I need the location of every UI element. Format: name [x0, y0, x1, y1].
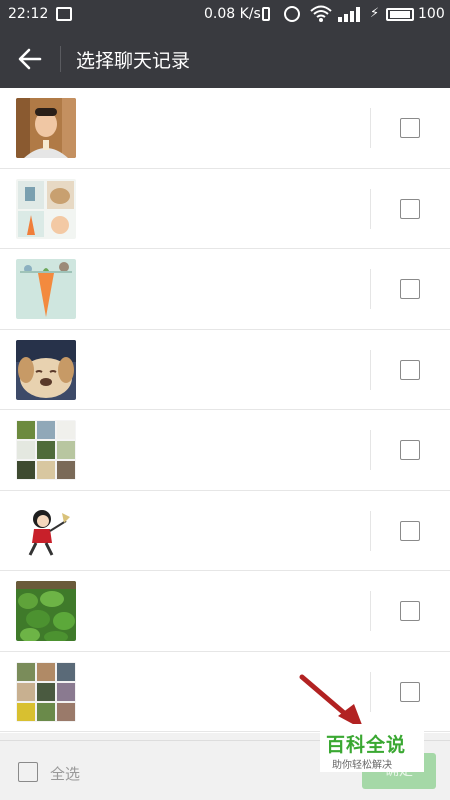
list-item[interactable]	[0, 88, 450, 169]
battery-icon	[386, 8, 414, 21]
select-checkbox[interactable]	[400, 198, 420, 219]
list-item[interactable]	[0, 330, 450, 410]
row-divider	[370, 671, 371, 712]
row-divider	[370, 349, 371, 390]
select-all-checkbox[interactable]	[18, 762, 38, 782]
wifi-icon	[310, 5, 332, 22]
title-divider	[60, 46, 61, 72]
group-photo-grid-thumbnail	[16, 661, 76, 722]
list-item[interactable]	[0, 652, 450, 732]
row-divider	[370, 108, 371, 148]
back-arrow-icon[interactable]	[14, 44, 46, 74]
row-divider	[370, 510, 371, 551]
puppy-photo-thumbnail	[16, 339, 76, 400]
battery-level: 100	[418, 6, 445, 22]
page-title: 选择聊天记录	[76, 50, 191, 72]
portrait-photo-thumbnail	[16, 98, 76, 158]
photo-grid-thumbnail	[16, 420, 76, 480]
network-speed: 0.08 K/s	[204, 6, 261, 22]
vibrate-icon	[262, 7, 270, 21]
row-divider	[370, 188, 371, 229]
select-checkbox[interactable]	[400, 359, 420, 380]
status-time: 22:12	[8, 6, 49, 22]
notification-icon	[56, 7, 72, 21]
select-checkbox[interactable]	[400, 440, 420, 460]
title-bar: 选择聊天记录	[0, 30, 450, 88]
status-bar: 22:12 0.08 K/s ⚡ 100	[0, 0, 450, 30]
select-checkbox[interactable]	[400, 520, 420, 541]
charging-icon: ⚡	[370, 6, 380, 21]
watermark-title: 百科全说	[326, 734, 407, 756]
alarm-icon	[284, 6, 300, 22]
select-checkbox[interactable]	[400, 601, 420, 621]
watermark-logo: 百科全说 助你轻松解决	[320, 724, 424, 772]
list-item[interactable]	[0, 169, 450, 249]
row-divider	[370, 269, 371, 309]
row-divider	[370, 430, 371, 470]
row-divider	[370, 591, 371, 631]
signal-icon	[338, 7, 360, 22]
cartoon-girl-thumbnail	[16, 500, 76, 561]
select-checkbox[interactable]	[400, 279, 420, 299]
carrot-sticker-thumbnail	[16, 259, 76, 319]
select-checkbox[interactable]	[400, 118, 420, 138]
select-all-label[interactable]: 全选	[50, 763, 80, 784]
list-item[interactable]	[0, 491, 450, 571]
select-checkbox[interactable]	[400, 681, 420, 702]
list-item[interactable]	[0, 410, 450, 491]
watermark-subtitle: 助你轻松解决	[332, 760, 392, 771]
green-leaves-thumbnail	[16, 581, 76, 641]
chat-list	[0, 88, 450, 733]
list-item[interactable]	[0, 249, 450, 330]
list-item[interactable]	[0, 571, 450, 652]
sticker-collage-thumbnail	[16, 178, 76, 239]
